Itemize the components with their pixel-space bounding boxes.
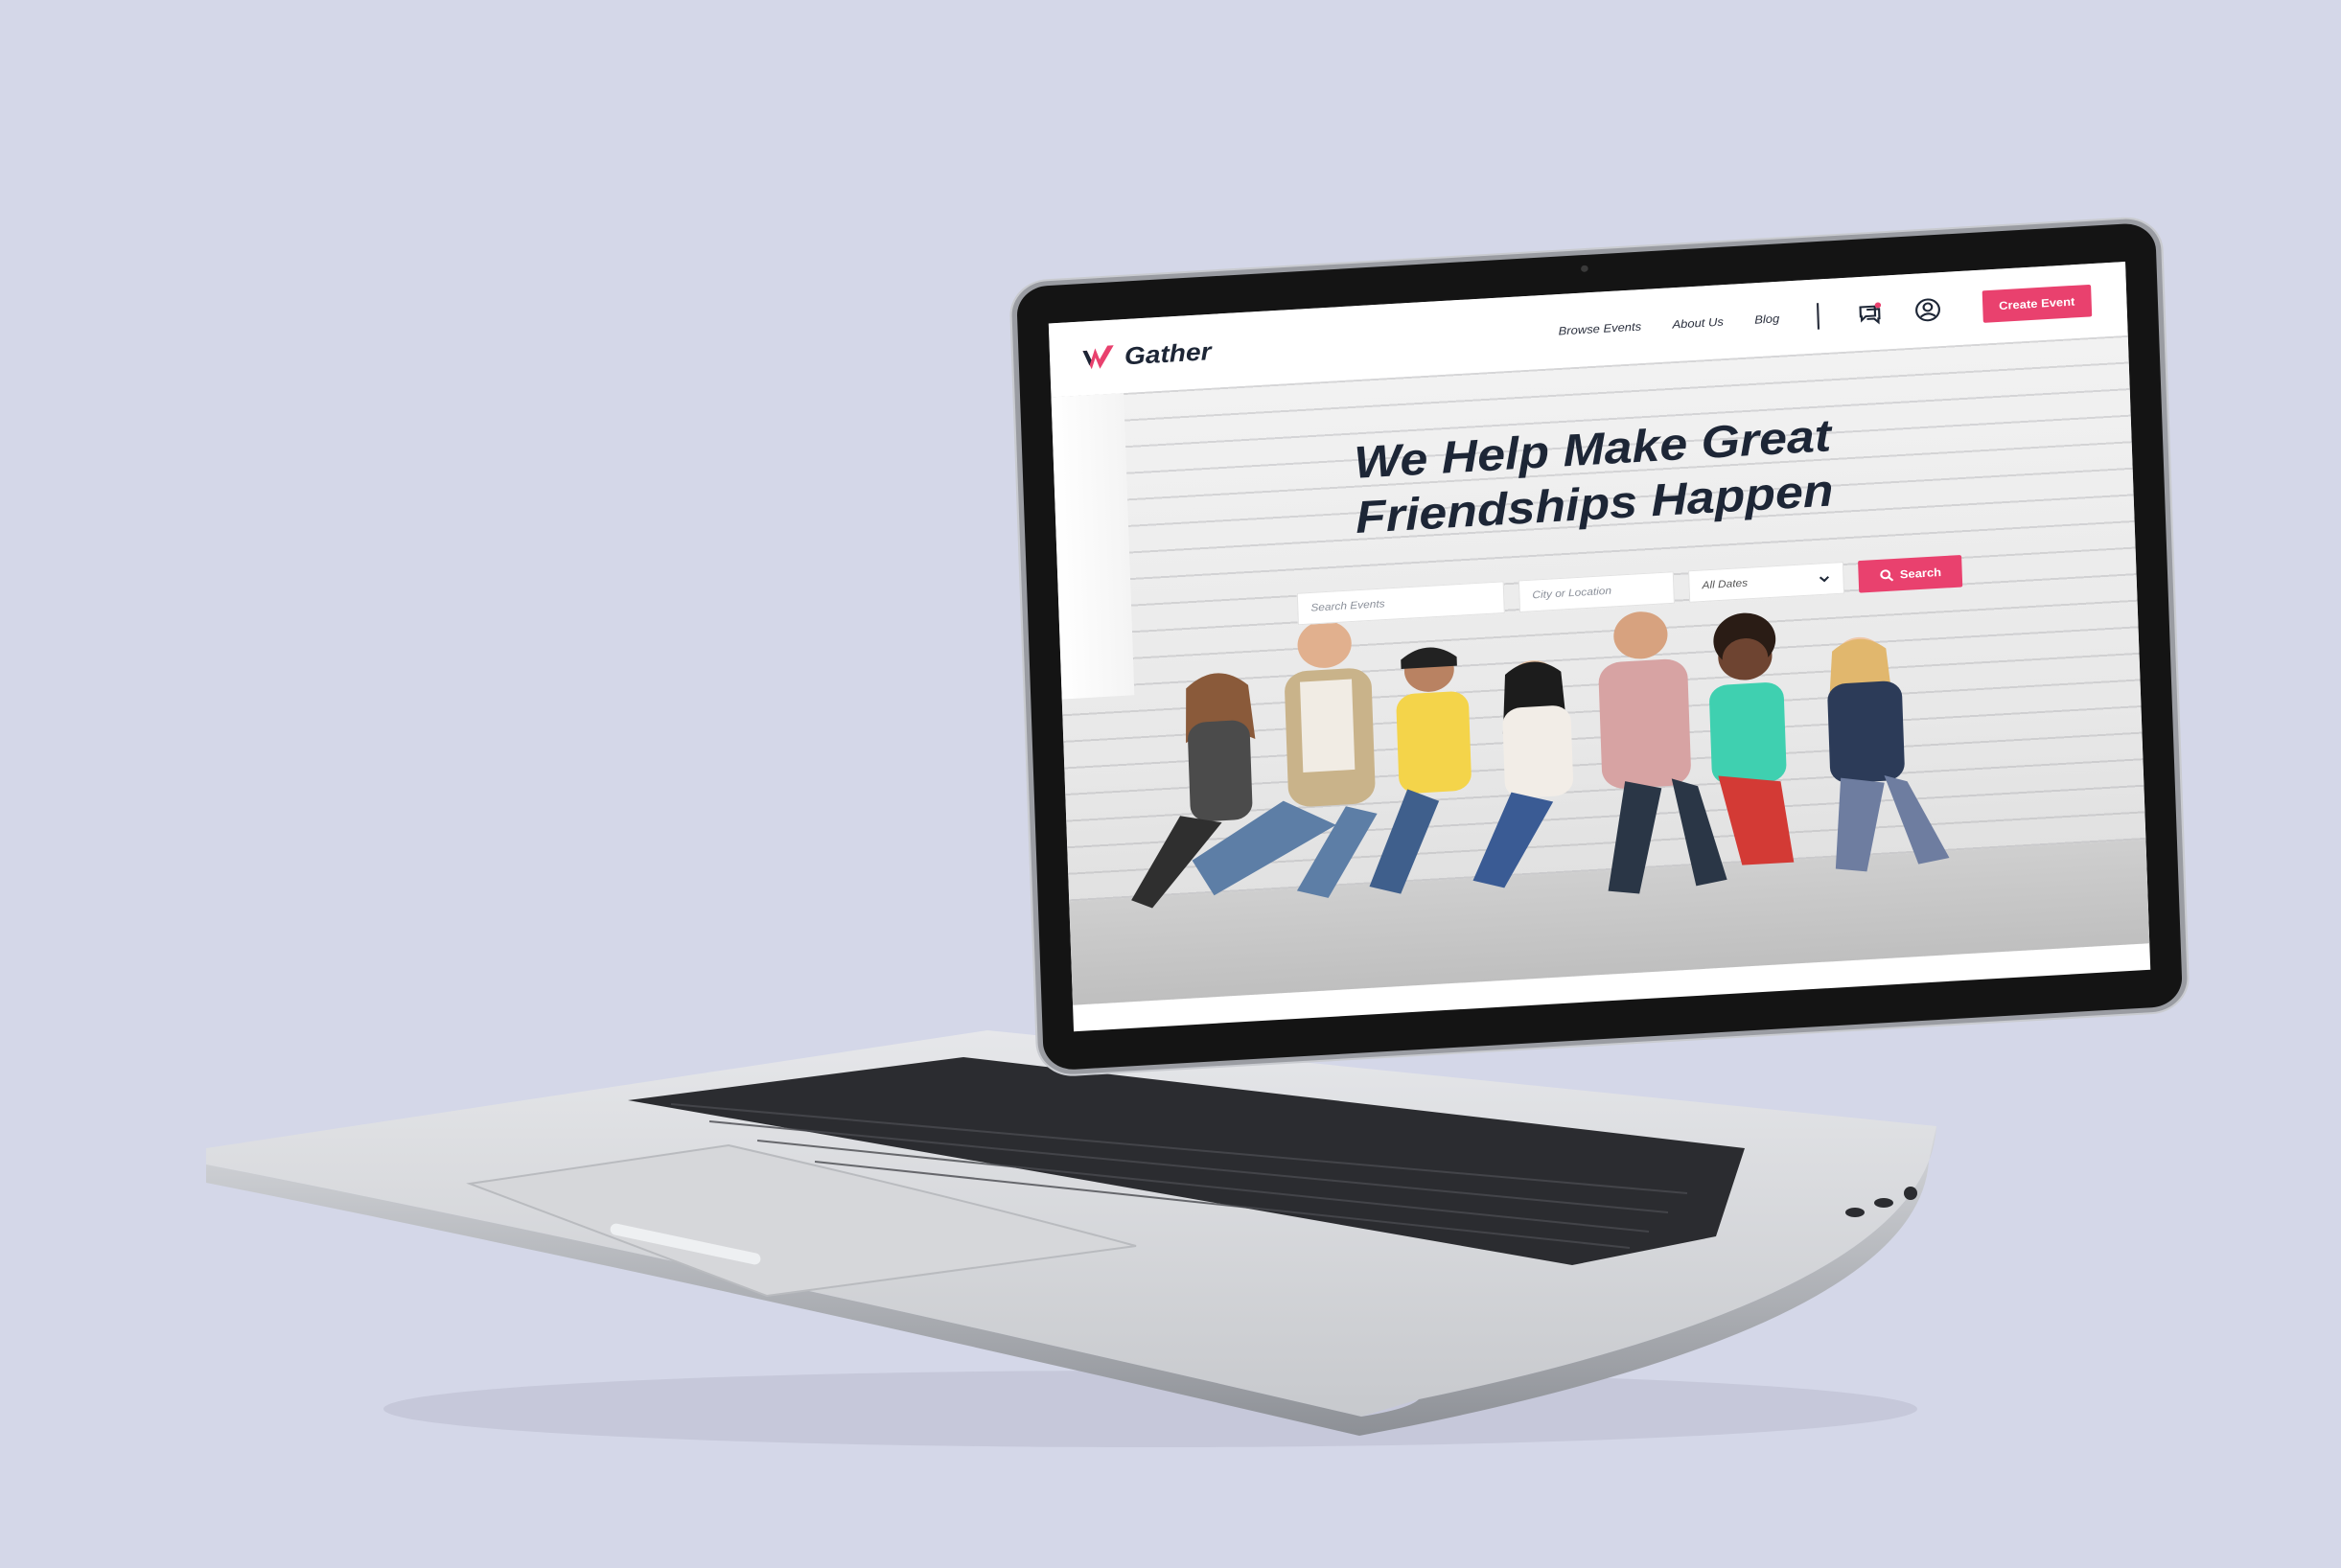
hero-section: We Help Make Great Friendships Happen Se… (1051, 334, 2150, 1005)
user-circle-icon[interactable] (1913, 297, 1941, 323)
search-button-label: Search (1899, 565, 1942, 582)
nav-link-blog[interactable]: Blog (1754, 311, 1779, 326)
nav-links: Browse Events About Us Blog Create Event (1558, 283, 2127, 348)
webcam (1580, 265, 1588, 272)
laptop-lid: Gather Browse Events About Us Blog Creat… (1016, 221, 2184, 1072)
brand-name: Gather (1124, 336, 1212, 370)
brand-logo[interactable]: Gather (1080, 336, 1212, 373)
nav-link-about-us[interactable]: About Us (1672, 315, 1724, 332)
nav-divider (1816, 303, 1819, 330)
chevron-down-icon (1819, 576, 1830, 583)
create-event-button[interactable]: Create Event (1982, 284, 2093, 323)
search-icon (1880, 569, 1894, 582)
gather-logo-icon (1082, 345, 1114, 370)
chat-bubbles-icon[interactable] (1856, 300, 1884, 326)
search-button[interactable]: Search (1858, 554, 1963, 593)
laptop-scene: Gather Browse Events About Us Blog Creat… (0, 0, 2341, 1568)
dates-select-value: All Dates (1702, 577, 1749, 592)
nav-link-browse-events[interactable]: Browse Events (1558, 320, 1641, 338)
website-screen: Gather Browse Events About Us Blog Creat… (1048, 262, 2151, 1032)
